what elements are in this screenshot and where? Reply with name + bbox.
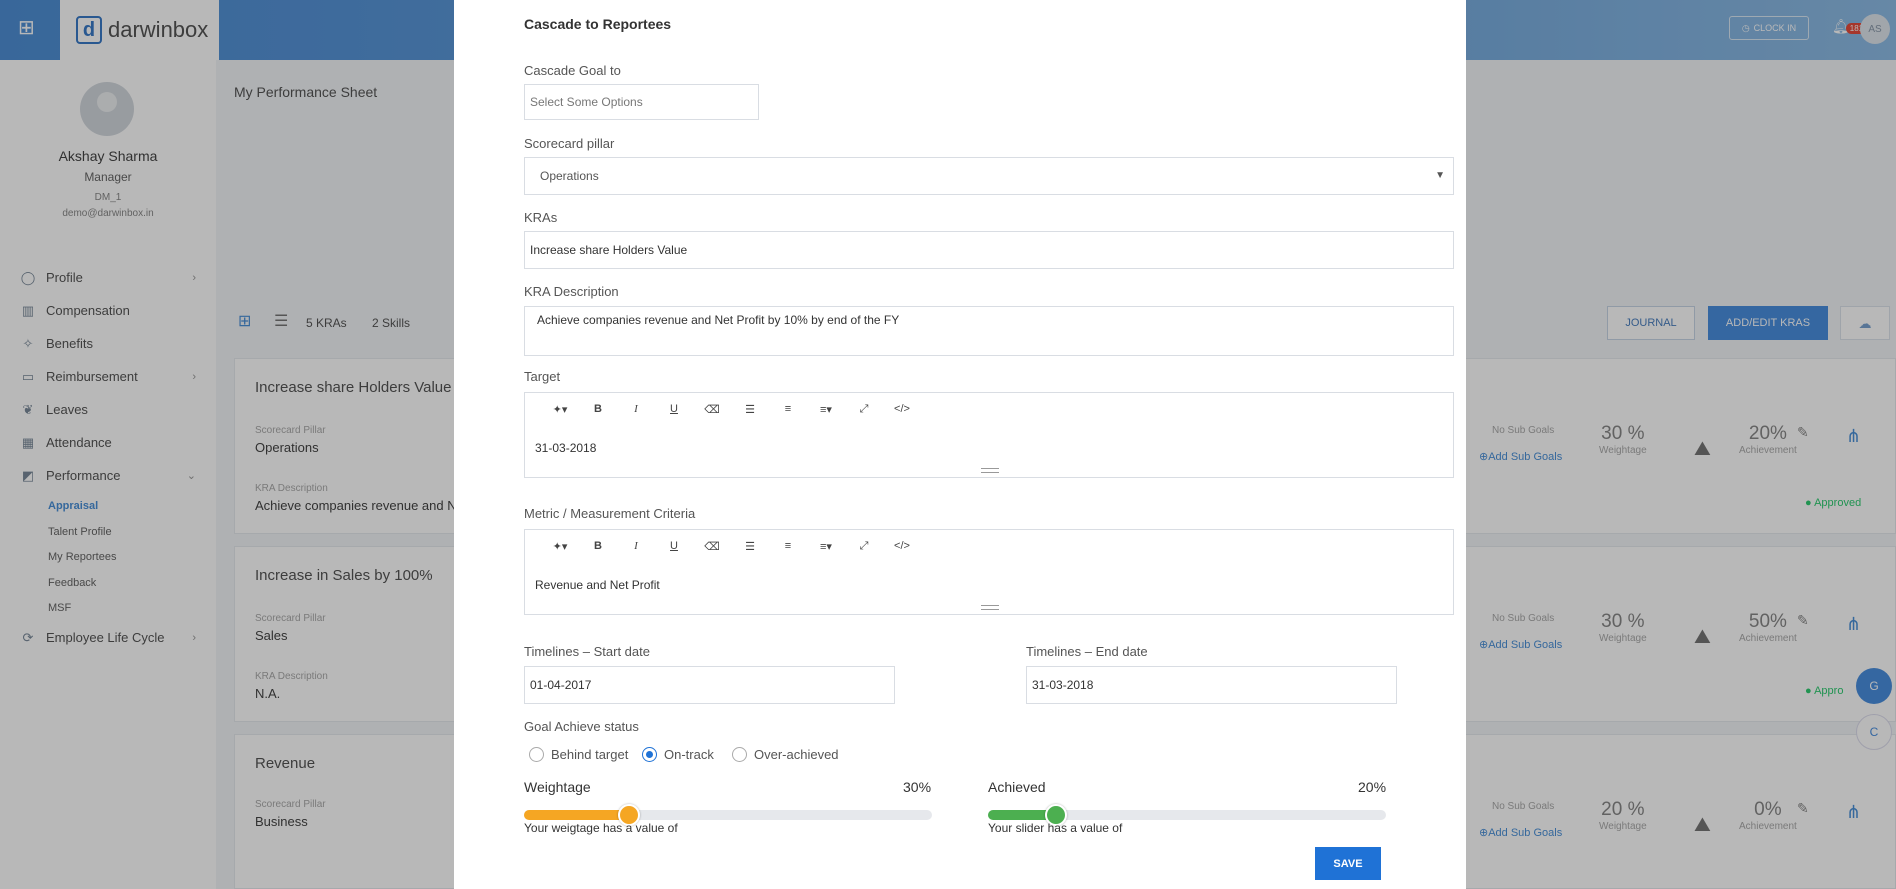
weightage-fill bbox=[524, 810, 629, 820]
fullscreen-icon[interactable]: ⤢ bbox=[845, 403, 883, 416]
resize-handle[interactable] bbox=[981, 605, 999, 610]
metric-value: Revenue and Net Profit bbox=[535, 578, 660, 592]
kras-label: KRAs bbox=[524, 210, 558, 225]
goal-status-label: Goal Achieve status bbox=[524, 719, 639, 734]
radio-label: On-track bbox=[664, 747, 714, 762]
target-editor[interactable]: ✦▾ B I U ⌫ ☰ ≡ ≡▾ ⤢ </> 31-03-2018 bbox=[524, 392, 1454, 478]
radio-on-track[interactable]: On-track bbox=[642, 747, 714, 762]
cascade-label: Cascade Goal to bbox=[524, 63, 621, 78]
target-value: 31-03-2018 bbox=[535, 441, 597, 455]
metric-label: Metric / Measurement Criteria bbox=[524, 506, 696, 521]
achieved-percent: 20% bbox=[1358, 779, 1387, 795]
radio-over-achieved[interactable]: Over-achieved bbox=[732, 747, 839, 762]
kras-input[interactable]: Increase share Holders Value bbox=[524, 231, 1454, 269]
end-date-input[interactable]: 31-03-2018 bbox=[1026, 666, 1397, 704]
cascade-modal: Cascade to Reportees Cascade Goal to Sel… bbox=[454, 0, 1466, 889]
magic-icon[interactable]: ✦▾ bbox=[541, 540, 579, 553]
code-icon[interactable]: </> bbox=[883, 540, 921, 553]
pillar-label: Scorecard pillar bbox=[524, 136, 615, 151]
align-icon[interactable]: ≡▾ bbox=[807, 540, 845, 553]
weightage-slider[interactable] bbox=[524, 804, 932, 826]
pillar-select[interactable]: Operations ▼ bbox=[524, 157, 1454, 195]
modal-title: Cascade to Reportees bbox=[524, 16, 672, 32]
target-label: Target bbox=[524, 369, 561, 384]
radio-circle bbox=[529, 747, 544, 762]
achieved-note: Your slider has a value of bbox=[988, 821, 1123, 835]
code-icon[interactable]: </> bbox=[883, 403, 921, 416]
resize-handle[interactable] bbox=[981, 468, 999, 473]
italic-icon[interactable]: I bbox=[617, 403, 655, 416]
eraser-icon[interactable]: ⌫ bbox=[693, 403, 731, 416]
eraser-icon[interactable]: ⌫ bbox=[693, 540, 731, 553]
kra-description-textarea[interactable]: Achieve companies revenue and Net Profit… bbox=[524, 306, 1454, 356]
cascade-select[interactable]: Select Some Options bbox=[524, 84, 759, 120]
achieved-title: Achieved bbox=[988, 779, 1046, 795]
weightage-note: Your weigtage has a value of bbox=[524, 821, 678, 835]
magic-icon[interactable]: ✦▾ bbox=[541, 403, 579, 416]
radio-label: Over-achieved bbox=[754, 747, 839, 762]
italic-icon[interactable]: I bbox=[617, 540, 655, 553]
radio-label: Behind target bbox=[551, 747, 629, 762]
end-date-label: Timelines – End date bbox=[1026, 644, 1148, 659]
achieved-slider[interactable] bbox=[988, 804, 1386, 826]
editor-toolbar: ✦▾ B I U ⌫ ☰ ≡ ≡▾ ⤢ </> bbox=[541, 403, 921, 416]
underline-icon[interactable]: U bbox=[655, 403, 693, 416]
radio-circle-selected bbox=[642, 747, 657, 762]
radio-behind-target[interactable]: Behind target bbox=[529, 747, 628, 762]
kra-description-label: KRA Description bbox=[524, 284, 619, 299]
radio-circle bbox=[732, 747, 747, 762]
bullet-list-icon[interactable]: ☰ bbox=[731, 403, 769, 416]
fullscreen-icon[interactable]: ⤢ bbox=[845, 540, 883, 553]
underline-icon[interactable]: U bbox=[655, 540, 693, 553]
caret-down-icon: ▼ bbox=[1435, 170, 1445, 181]
start-date-label: Timelines – Start date bbox=[524, 644, 650, 659]
start-date-input[interactable]: 01-04-2017 bbox=[524, 666, 895, 704]
align-icon[interactable]: ≡▾ bbox=[807, 403, 845, 416]
pillar-select-value: Operations bbox=[540, 169, 599, 183]
weightage-percent: 30% bbox=[903, 779, 932, 795]
bold-icon[interactable]: B bbox=[579, 403, 617, 416]
bold-icon[interactable]: B bbox=[579, 540, 617, 553]
bullet-list-icon[interactable]: ☰ bbox=[731, 540, 769, 553]
numbered-list-icon[interactable]: ≡ bbox=[769, 403, 807, 416]
metric-editor[interactable]: ✦▾ B I U ⌫ ☰ ≡ ≡▾ ⤢ </> Revenue and Net … bbox=[524, 529, 1454, 615]
editor-toolbar: ✦▾ B I U ⌫ ☰ ≡ ≡▾ ⤢ </> bbox=[541, 540, 921, 553]
numbered-list-icon[interactable]: ≡ bbox=[769, 540, 807, 553]
weightage-title: Weightage bbox=[524, 779, 591, 795]
save-button[interactable]: SAVE bbox=[1315, 847, 1381, 880]
